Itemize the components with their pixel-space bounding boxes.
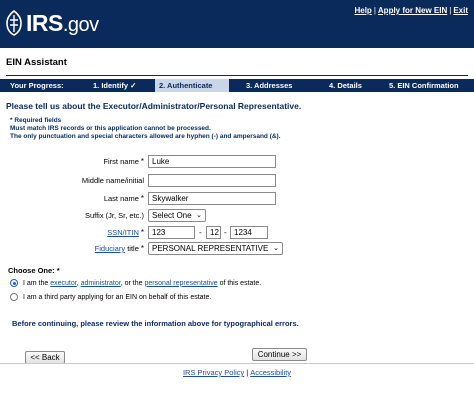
ssn-label: SSN/ITIN * [107,228,144,237]
eagle-icon [6,10,22,36]
choose-one-label: Choose One: * [8,266,60,275]
help-link[interactable]: Help [354,6,371,15]
apply-new-ein-link[interactable]: Apply for New EIN [378,6,447,15]
section-heading: Please tell us about the Executor/Admini… [6,101,302,111]
option-third-party-radio[interactable] [10,293,18,301]
progress-step-details: 4. Details [329,81,362,90]
review-notice: Before continuing, please review the inf… [12,319,299,328]
ssn-part3-input[interactable]: 1234 [230,226,268,239]
middle-name-input[interactable] [148,174,276,187]
ssn-separator: - [224,228,227,237]
top-links: Help | Apply for New EIN | Exit [354,6,468,15]
option-executor-row[interactable]: I am the executor, administrator, or the… [10,279,261,287]
option-executor-text: I am the executor, administrator, or the… [23,279,262,287]
ssn-part1-input[interactable]: 123 [148,226,195,239]
progress-label: Your Progress: [10,81,64,90]
last-name-input[interactable]: Skywalker [148,192,276,205]
middle-name-label: Middle name/initial [81,176,144,185]
chevron-down-icon: ⌄ [273,245,279,252]
ssn-itin-link[interactable]: SSN/ITIN [107,228,139,237]
progress-step-addresses: 3. Addresses [246,81,293,90]
privacy-policy-link[interactable]: IRS Privacy Policy [183,368,244,377]
progress-step-ein-confirmation: 5. EIN Confirmation [389,81,459,90]
fiduciary-title-label: Fiduciary title * [94,244,144,253]
suffix-label: Suffix (Jr, Sr, etc.) [84,211,144,220]
first-name-label: First name * [103,157,144,166]
last-name-label: Last name * [103,194,144,203]
chevron-down-icon: ⌄ [196,212,202,219]
page-title: EIN Assistant [6,57,67,68]
checkmark-icon: ✓ [130,81,137,90]
first-name-input[interactable]: Luke [148,155,276,168]
executor-link[interactable]: executor [50,280,76,287]
progress-step-authenticate: 2. Authenticate [155,79,229,92]
ssn-part2-input[interactable]: 12 [206,226,221,239]
fiduciary-link[interactable]: Fiduciary [95,244,125,253]
irs-logo[interactable]: IRS.gov [5,9,99,37]
progress-step-identify: 1. Identify ✓ [93,81,137,90]
title-divider [6,75,468,76]
logo-text: IRS.gov [26,9,99,36]
exit-link[interactable]: Exit [453,6,468,15]
suffix-select[interactable]: Select One ⌄ [148,209,206,222]
ssn-separator: - [199,228,202,237]
progress-bar: Your Progress: 1. Identify ✓ 2. Authenti… [0,79,474,92]
option-third-party-text: I am a third party applying for an EIN o… [23,293,212,301]
site-header: IRS.gov Help | Apply for New EIN | Exit [0,0,474,48]
personal-representative-link[interactable]: personal representative [144,280,217,287]
administrator-link[interactable]: administrator [81,280,121,287]
footer: IRS Privacy Policy | Accessibility [182,368,292,377]
continue-button[interactable]: Continue >> [252,348,307,361]
accessibility-link[interactable]: Accessibility [250,368,291,377]
option-third-party-row[interactable]: I am a third party applying for an EIN o… [10,293,211,301]
option-executor-radio[interactable] [10,279,18,287]
fiduciary-title-select[interactable]: PERSONAL REPRESENTATIVE ⌄ [148,242,283,255]
footer-divider [0,363,474,364]
required-note: * Required fields Must match IRS records… [10,117,281,140]
